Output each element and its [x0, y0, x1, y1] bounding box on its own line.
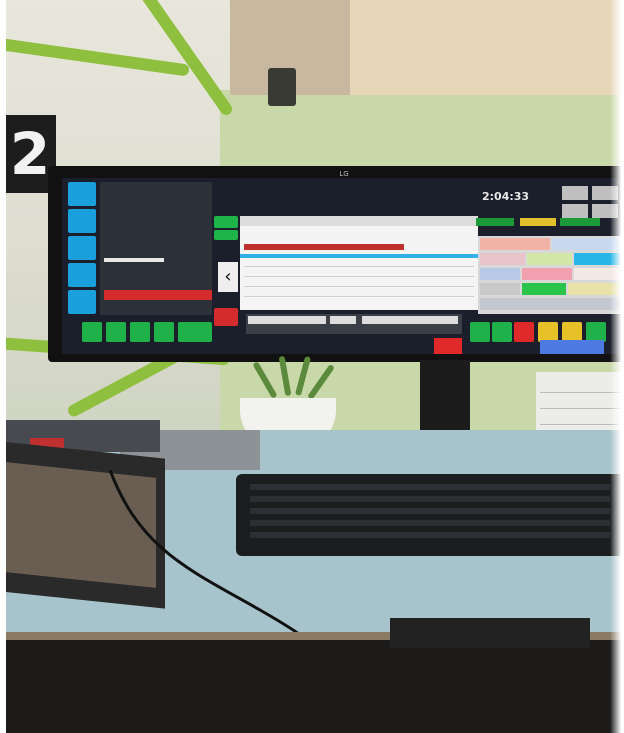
- cart-tile[interactable]: [522, 283, 566, 295]
- list-row[interactable]: [244, 286, 474, 287]
- green-button[interactable]: [130, 322, 150, 342]
- red-button[interactable]: [514, 322, 534, 342]
- alert-bar: [104, 290, 212, 300]
- cart-tile[interactable]: [480, 283, 520, 295]
- yellow-button[interactable]: [562, 322, 582, 342]
- left-button-column: [68, 182, 98, 327]
- blue-button[interactable]: [540, 340, 604, 354]
- cart-tile[interactable]: [480, 238, 550, 250]
- green-button[interactable]: [214, 216, 238, 228]
- list-row[interactable]: [244, 276, 474, 277]
- chevron-left-icon[interactable]: ‹: [218, 262, 238, 292]
- security-camera: [268, 68, 296, 106]
- green-button[interactable]: [214, 230, 238, 240]
- calendar-line: [540, 392, 620, 393]
- list-row[interactable]: [244, 266, 474, 267]
- green-button[interactable]: [492, 322, 512, 342]
- input-field[interactable]: [330, 316, 356, 324]
- green-button[interactable]: [106, 322, 126, 342]
- cart-tile[interactable]: [480, 298, 620, 310]
- cart-tile[interactable]: [480, 253, 525, 265]
- cart-tile[interactable]: [480, 268, 520, 280]
- status-indicator: [476, 218, 514, 226]
- photo-border: [610, 0, 624, 733]
- mouse-pad: [390, 618, 590, 648]
- status-indicator: [560, 218, 600, 226]
- side-button[interactable]: [68, 209, 96, 233]
- green-button[interactable]: [82, 322, 102, 342]
- calendar-line: [540, 424, 620, 425]
- selected-row[interactable]: [244, 244, 404, 250]
- photo-border: [0, 0, 6, 733]
- monitor-stand: [420, 360, 470, 435]
- progress-bar: [104, 258, 164, 262]
- list-row[interactable]: [244, 296, 474, 297]
- highlight-row[interactable]: [240, 254, 478, 258]
- calendar-line: [540, 408, 620, 409]
- side-button[interactable]: [68, 236, 96, 260]
- clock: 2:04:33: [482, 190, 530, 203]
- cart-tile[interactable]: [522, 268, 572, 280]
- side-button[interactable]: [68, 182, 96, 206]
- red-button[interactable]: [434, 338, 462, 354]
- input-field[interactable]: [248, 316, 326, 324]
- desk-front: [0, 640, 624, 733]
- top-button[interactable]: [562, 186, 588, 200]
- yellow-button[interactable]: [538, 322, 558, 342]
- green-button[interactable]: [470, 322, 490, 342]
- green-button[interactable]: [178, 322, 212, 342]
- input-field[interactable]: [362, 316, 458, 324]
- status-indicator: [520, 218, 556, 226]
- green-button[interactable]: [154, 322, 174, 342]
- cart-tile[interactable]: [527, 253, 572, 265]
- log-list-header: [240, 216, 478, 226]
- side-button[interactable]: [68, 263, 96, 287]
- side-button[interactable]: [68, 290, 96, 314]
- red-button[interactable]: [214, 308, 238, 326]
- green-button[interactable]: [586, 322, 606, 342]
- top-button[interactable]: [562, 204, 588, 218]
